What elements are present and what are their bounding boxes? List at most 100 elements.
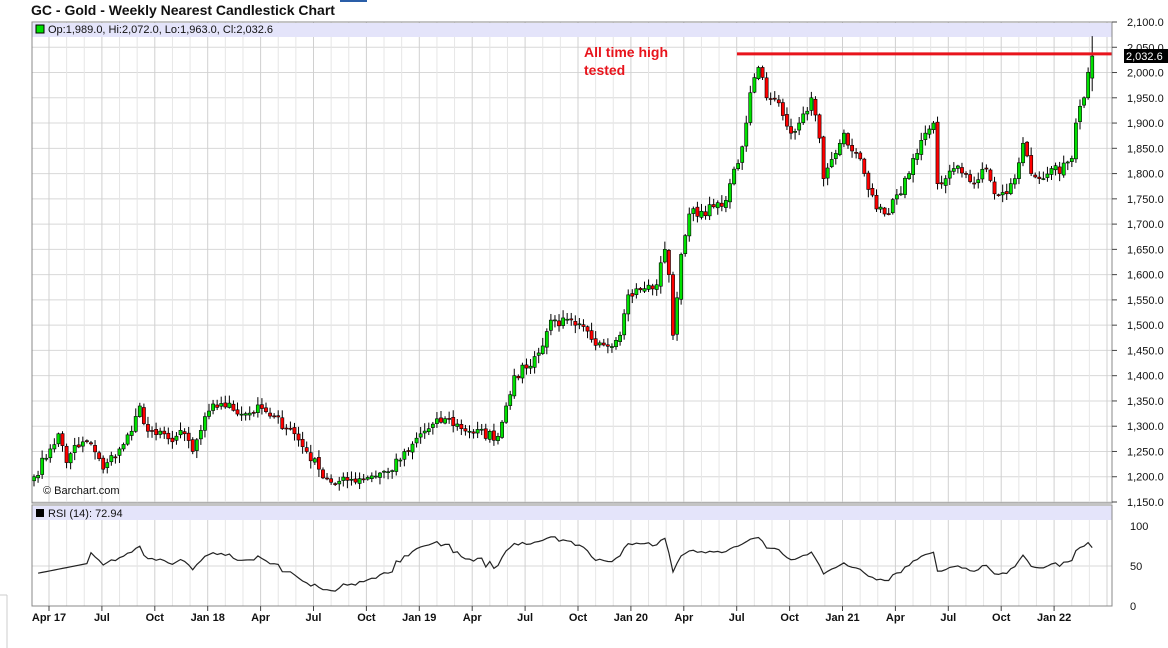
candle-down <box>671 274 675 336</box>
candle-up <box>536 352 541 356</box>
candle-down <box>439 417 443 423</box>
candle-up <box>121 444 126 450</box>
candle-up <box>915 153 920 160</box>
candle-up <box>178 430 183 436</box>
candle-down <box>113 456 118 459</box>
candle-up <box>732 168 736 185</box>
candle-up <box>801 113 806 123</box>
candle-up <box>198 430 203 440</box>
candle-up <box>837 142 842 155</box>
candle-up <box>129 430 134 436</box>
candle-up <box>398 459 403 462</box>
candle-down <box>1033 174 1038 178</box>
candle-down <box>996 194 1001 196</box>
candle-up <box>618 334 622 342</box>
price-tick-label: 1,250.0 <box>1127 446 1164 458</box>
candle-down <box>817 114 822 139</box>
candle-up <box>475 429 480 434</box>
candle-down <box>569 318 574 321</box>
candle-down <box>605 344 610 347</box>
candle-down <box>166 432 171 440</box>
candle-down <box>451 417 456 426</box>
candle-down <box>333 483 338 485</box>
candle-up <box>1017 162 1021 179</box>
price-tick-label: 1,150.0 <box>1127 497 1164 509</box>
candle-up <box>508 394 513 406</box>
date-axis: Apr 17 Jul Oct Jan 18 Apr Jul Oct Jan 19 Apr Jul O… <box>32 606 1071 624</box>
candle-up <box>1041 178 1046 180</box>
blue-tab-marker <box>340 0 367 2</box>
candle-down <box>447 418 452 420</box>
candle-up <box>72 445 77 453</box>
candle-down <box>772 97 777 100</box>
candle-up <box>548 319 553 331</box>
candle-down <box>190 439 195 452</box>
candle-up <box>174 435 179 441</box>
main-panel-border <box>31 21 1113 504</box>
candle-up <box>207 410 211 417</box>
candle-down <box>150 430 154 432</box>
candle-up <box>646 284 651 290</box>
candle-up <box>561 317 566 326</box>
candle-down <box>353 478 358 483</box>
candle-down <box>268 412 272 417</box>
date-tick-label: Jan 22 <box>1037 612 1071 624</box>
candle-down <box>260 404 264 409</box>
candle-up <box>687 213 692 237</box>
candle-down <box>89 442 93 445</box>
candle-up <box>394 458 399 472</box>
candle-down <box>850 145 854 152</box>
candle-up <box>793 131 797 133</box>
candle-down <box>886 213 891 215</box>
candle-down <box>1025 141 1029 157</box>
candle-up <box>227 402 232 408</box>
price-tick-label: 1,900.0 <box>1127 118 1164 130</box>
date-tick-label: Apr <box>251 612 271 624</box>
candle-down <box>308 452 313 462</box>
candle-down <box>492 430 496 441</box>
candle-up <box>402 451 407 460</box>
candle-up <box>610 346 614 348</box>
chart-title: GC - Gold - Weekly Nearest Candlestick C… <box>31 2 335 18</box>
candle-down <box>780 102 785 116</box>
candle-up <box>378 472 382 478</box>
candle-down <box>329 478 334 483</box>
candle-up <box>842 132 846 145</box>
candle-down <box>1057 166 1062 174</box>
candle-down <box>251 412 256 414</box>
candle-down <box>695 206 700 217</box>
candle-down <box>960 167 964 174</box>
candle-down <box>284 427 289 430</box>
candle-up <box>357 478 362 484</box>
price-tick-label: 1,350.0 <box>1127 396 1164 408</box>
candle-up <box>825 167 830 179</box>
candle-up <box>430 423 435 428</box>
candle-up <box>1021 142 1025 164</box>
candle-up <box>211 403 215 411</box>
candle-up <box>337 480 342 485</box>
candle-up <box>540 345 545 354</box>
candle-down <box>719 202 724 207</box>
candle-down <box>463 428 468 432</box>
candle-down <box>300 439 305 447</box>
candle-down <box>573 321 578 326</box>
candle-up <box>125 434 130 445</box>
price-axis: 2,100.02,050.02,000.01,950.01,900.01,850… <box>1112 17 1164 509</box>
candle-up <box>32 476 36 482</box>
candle-down <box>101 457 106 470</box>
date-tick-label: Jan 18 <box>191 612 225 624</box>
date-tick-label: Jul <box>940 612 956 624</box>
candle-down <box>585 326 590 332</box>
candle-up <box>1049 168 1054 175</box>
candle-down <box>866 172 871 190</box>
rsi-legend-swatch <box>36 509 44 517</box>
date-tick-label: Jan 21 <box>825 612 859 624</box>
candle-up <box>504 405 509 423</box>
candle-down <box>870 188 875 196</box>
candle-up <box>919 140 924 155</box>
candle-up <box>597 342 602 346</box>
candle-up <box>369 475 374 479</box>
candle-up <box>699 210 704 218</box>
price-tick-label: 1,500.0 <box>1127 320 1164 332</box>
candle-down <box>304 447 309 452</box>
